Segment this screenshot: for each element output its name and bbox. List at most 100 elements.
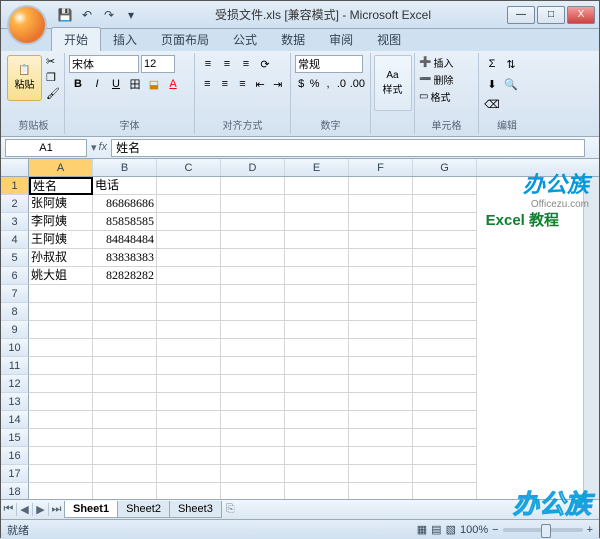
save-icon[interactable]: 💾 (57, 7, 73, 23)
cell[interactable] (285, 393, 349, 411)
select-all-corner[interactable] (1, 159, 29, 176)
cell[interactable] (349, 213, 413, 231)
row-header[interactable]: 10 (1, 339, 29, 357)
cell[interactable] (157, 483, 221, 499)
underline-button[interactable]: U (107, 75, 125, 93)
cell[interactable] (221, 249, 285, 267)
indent-inc-icon[interactable]: ⇥ (269, 75, 286, 93)
sheet-first-icon[interactable]: ⏮ (1, 503, 17, 516)
format-painter-icon[interactable]: 🖌 (46, 87, 60, 100)
tab-view[interactable]: 视图 (365, 28, 413, 51)
align-right-icon[interactable]: ≡ (234, 75, 251, 93)
number-format-select[interactable] (295, 55, 363, 73)
row-header[interactable]: 8 (1, 303, 29, 321)
currency-icon[interactable]: $ (295, 75, 307, 93)
cell[interactable] (413, 303, 477, 321)
zoom-slider[interactable] (503, 528, 583, 532)
row-header[interactable]: 9 (1, 321, 29, 339)
new-sheet-icon[interactable]: ⎘ (226, 503, 235, 516)
cell[interactable] (285, 339, 349, 357)
align-left-icon[interactable]: ≡ (199, 75, 216, 93)
cut-icon[interactable]: ✂ (46, 55, 60, 68)
cell[interactable] (29, 321, 93, 339)
cell[interactable] (221, 375, 285, 393)
cell[interactable] (221, 285, 285, 303)
cell[interactable] (29, 393, 93, 411)
format-cells-button[interactable]: ▭格式 (419, 89, 474, 104)
cell[interactable] (157, 357, 221, 375)
align-center-icon[interactable]: ≡ (217, 75, 234, 93)
col-header-G[interactable]: G (413, 159, 477, 176)
font-name-select[interactable] (69, 55, 139, 73)
cell[interactable] (157, 267, 221, 285)
comma-icon[interactable]: , (322, 75, 334, 93)
cell[interactable] (413, 375, 477, 393)
cell[interactable] (285, 483, 349, 499)
cell[interactable] (221, 393, 285, 411)
cell[interactable] (285, 249, 349, 267)
cell[interactable]: 王阿姨 (29, 231, 93, 249)
row-header[interactable]: 17 (1, 465, 29, 483)
cell[interactable] (349, 429, 413, 447)
cell[interactable]: 姚大姐 (29, 267, 93, 285)
cell[interactable]: 86868686 (93, 195, 157, 213)
cell[interactable] (349, 339, 413, 357)
row-header[interactable]: 18 (1, 483, 29, 499)
delete-cells-button[interactable]: ➖删除 (419, 72, 474, 87)
row-header[interactable]: 11 (1, 357, 29, 375)
tab-review[interactable]: 审阅 (317, 28, 365, 51)
orientation-icon[interactable]: ⟳ (256, 55, 274, 73)
vertical-scrollbar[interactable] (583, 177, 599, 499)
sheet-prev-icon[interactable]: ◀ (17, 503, 33, 516)
dropdown-icon[interactable]: ▾ (91, 141, 97, 154)
cell[interactable] (221, 357, 285, 375)
sheet-last-icon[interactable]: ⏭ (49, 503, 65, 516)
cell[interactable] (157, 447, 221, 465)
cell[interactable] (93, 429, 157, 447)
decimal-inc-icon[interactable]: .0 (335, 75, 347, 93)
view-break-icon[interactable]: ▧ (446, 523, 456, 536)
zoom-level[interactable]: 100% (460, 524, 488, 536)
cell[interactable] (221, 267, 285, 285)
row-header[interactable]: 2 (1, 195, 29, 213)
sheet-tab-1[interactable]: Sheet1 (64, 501, 118, 518)
cell[interactable] (221, 231, 285, 249)
cell[interactable] (285, 429, 349, 447)
cell[interactable] (93, 483, 157, 499)
cell[interactable] (349, 285, 413, 303)
cell[interactable] (93, 285, 157, 303)
paste-button[interactable]: 📋 粘贴 (7, 55, 42, 101)
cell[interactable] (413, 393, 477, 411)
row-header[interactable]: 3 (1, 213, 29, 231)
cell[interactable] (285, 465, 349, 483)
cell[interactable] (93, 357, 157, 375)
cell[interactable] (285, 357, 349, 375)
cell[interactable]: 电话 (93, 177, 157, 195)
cell[interactable] (285, 195, 349, 213)
autosum-icon[interactable]: Σ (483, 55, 501, 73)
cell[interactable] (93, 447, 157, 465)
fill-icon[interactable]: ⬇ (483, 75, 501, 93)
redo-icon[interactable]: ↷ (101, 7, 117, 23)
tab-insert[interactable]: 插入 (101, 28, 149, 51)
col-header-E[interactable]: E (285, 159, 349, 176)
spreadsheet-grid[interactable]: A B C D E F G 1姓名电话2张阿姨868686863李阿姨85858… (1, 159, 599, 499)
cell[interactable] (349, 177, 413, 195)
col-header-C[interactable]: C (157, 159, 221, 176)
font-size-select[interactable] (141, 55, 175, 73)
cell[interactable] (413, 429, 477, 447)
cell[interactable] (285, 213, 349, 231)
cell[interactable] (285, 321, 349, 339)
cell[interactable] (93, 339, 157, 357)
cell[interactable] (349, 483, 413, 499)
sheet-tab-2[interactable]: Sheet2 (117, 501, 170, 518)
cell[interactable]: 84848484 (93, 231, 157, 249)
cell[interactable] (29, 339, 93, 357)
cell[interactable]: 张阿姨 (29, 195, 93, 213)
cell[interactable] (221, 429, 285, 447)
tab-formulas[interactable]: 公式 (221, 28, 269, 51)
cell[interactable] (349, 231, 413, 249)
cell[interactable] (413, 231, 477, 249)
cell[interactable] (413, 321, 477, 339)
cell[interactable] (285, 267, 349, 285)
